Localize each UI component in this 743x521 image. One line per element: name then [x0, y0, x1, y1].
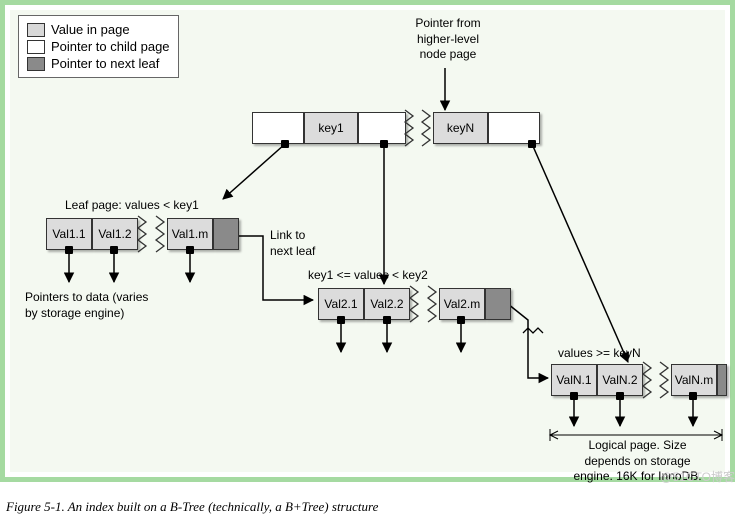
root-key1: key1 [304, 112, 358, 144]
legend-next-label: Pointer to next leaf [51, 56, 159, 71]
label-leaf-page: Leaf page: values < key1 [65, 198, 199, 214]
legend-value-box [27, 23, 45, 37]
legend-pointer-box [27, 40, 45, 54]
label-pointers-data: Pointers to data (varies by storage engi… [25, 290, 185, 321]
legend-value-label: Value in page [51, 22, 130, 37]
leafN-next [717, 364, 727, 396]
legend: Value in page Pointer to child page Poin… [18, 15, 179, 78]
root-keyN: keyN [433, 112, 488, 144]
leaf1-next [213, 218, 239, 250]
label-pointer-from: Pointer from higher-level node page [408, 16, 488, 63]
label-rangeN: values >= keyN [558, 346, 641, 362]
label-range2: key1 <= values < key2 [308, 268, 428, 284]
legend-next-box [27, 57, 45, 71]
root-pointer-left [252, 112, 304, 144]
legend-pointer-label: Pointer to child page [51, 39, 170, 54]
label-link-next: Link to next leaf [270, 228, 315, 259]
leaf2-next [485, 288, 511, 320]
watermark: @51CTO博客 [660, 468, 735, 485]
figure-caption: Figure 5-1. An index built on a B-Tree (… [6, 499, 378, 515]
